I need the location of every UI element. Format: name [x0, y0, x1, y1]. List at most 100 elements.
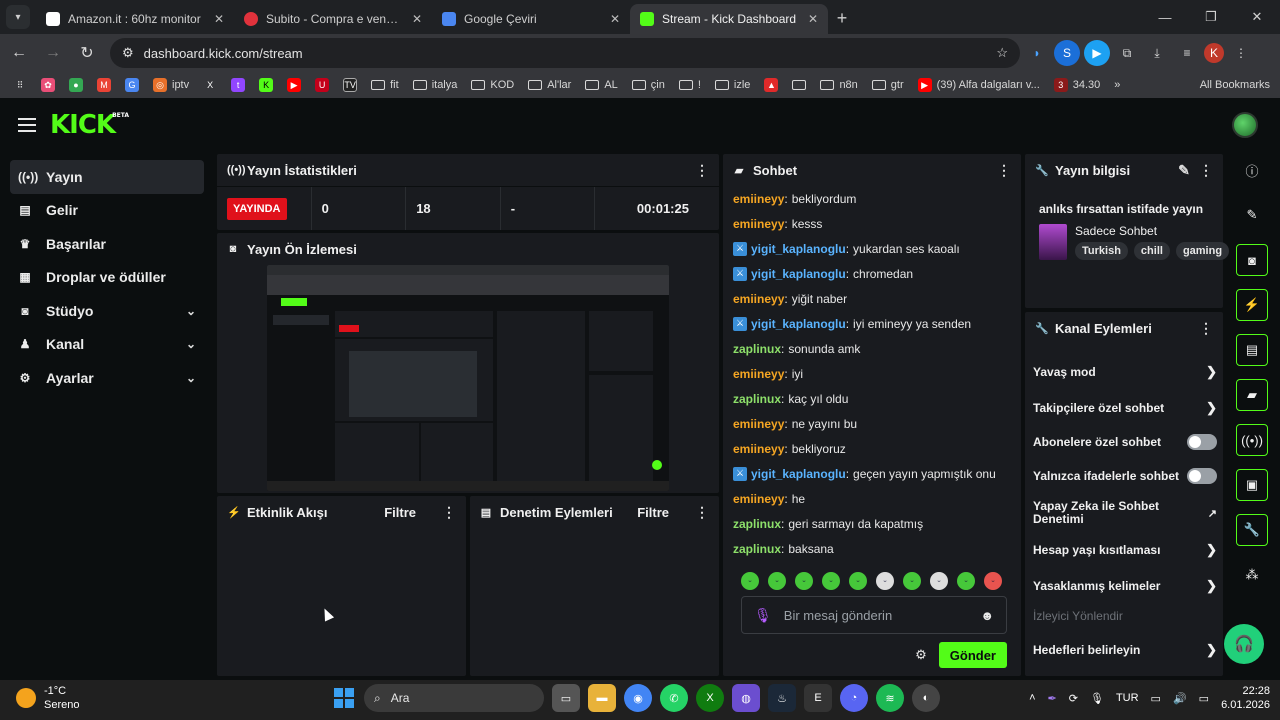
x-icon[interactable]: X [198, 74, 222, 96]
tab-subito[interactable]: Subito - Compra e vendi gratis ✕ [234, 4, 432, 34]
profile-avatar[interactable]: K [1204, 43, 1224, 63]
emote-icon[interactable]: ᵕ [741, 572, 759, 590]
bookmark-folder-cin[interactable]: çin [627, 74, 670, 96]
reload-button[interactable]: ↻ [72, 38, 102, 68]
tab-search-button[interactable]: ▾ [6, 5, 30, 29]
chat-username[interactable]: zaplinux [733, 517, 781, 531]
more-options-icon[interactable]: ⋮ [442, 504, 456, 521]
close-window-icon[interactable]: ✕ [1234, 0, 1280, 34]
bookmark-folder-gtr[interactable]: gtr [867, 74, 909, 96]
chat-username[interactable]: emiineyy [733, 442, 784, 456]
user-avatar[interactable] [1232, 112, 1258, 138]
url-text[interactable]: dashboard.kick.com/stream [144, 46, 987, 61]
bookmark-folder-italya[interactable]: italya [408, 74, 463, 96]
tab-kick-dashboard[interactable]: Stream - Kick Dashboard ✕ [630, 4, 828, 34]
chat-username[interactable]: yigit_kaplanoglu [751, 242, 846, 256]
taskbar-search[interactable]: ⌕ Ara [364, 684, 544, 712]
hamburger-menu-icon[interactable] [18, 118, 36, 132]
more-options-icon[interactable]: ⋮ [997, 162, 1011, 179]
minimize-icon[interactable]: — [1142, 0, 1188, 34]
action-account-age[interactable]: Hesap yaşı kısıtlaması ❯ [1033, 542, 1217, 558]
bookmark-star-icon[interactable]: ☆ [996, 45, 1008, 61]
extensions-puzzle-icon[interactable]: ⧉ [1114, 40, 1140, 66]
microphone-icon[interactable]: 🎙 [754, 607, 772, 624]
action-ai-moderation[interactable]: Yapay Zeka ile Sohbet Denetimi ↗ [1033, 500, 1217, 526]
translate-icon[interactable]: G [120, 74, 144, 96]
app-icon[interactable]: ◐ [912, 684, 940, 712]
kick-logo[interactable]: KICK BETA [50, 110, 129, 140]
chat-username[interactable]: yigit_kaplanoglu [751, 467, 846, 481]
action-followers-only[interactable]: Takipçilere özel sohbet ❯ [1033, 400, 1217, 416]
twitch-icon[interactable]: t [226, 74, 250, 96]
chat-settings-icon[interactable]: ⚙ [915, 647, 927, 663]
emote-icon[interactable]: ᵕ [768, 572, 786, 590]
bookmark-folder-izle[interactable]: izle [710, 74, 756, 96]
subscribers-only-toggle[interactable] [1187, 434, 1217, 450]
emoji-picker-icon[interactable]: ☻ [980, 608, 994, 623]
forward-button[interactable]: → [38, 38, 68, 68]
emote-icon[interactable]: ᵕ [849, 572, 867, 590]
sidebar-item-yayin[interactable]: ((•)) Yayın [10, 160, 204, 194]
maps-icon[interactable]: ● [64, 74, 88, 96]
filter-button[interactable]: Filtre [384, 505, 416, 520]
emotes-only-toggle[interactable] [1187, 468, 1217, 484]
more-options-icon[interactable]: ⋮ [1199, 320, 1213, 337]
chat-username[interactable]: emiineyy [733, 492, 784, 506]
sidebar-item-droplar[interactable]: ▦ Droplar ve ödüller [10, 261, 204, 295]
bookmark-folder-blank[interactable] [787, 74, 811, 96]
weather-widget[interactable]: -1°C Sereno [16, 684, 79, 712]
action-goals[interactable]: Hedefleri belirleyin ❯ [1033, 642, 1217, 658]
apps-grid-icon[interactable]: ⠿ [8, 74, 32, 96]
back-button[interactable]: ← [4, 38, 34, 68]
sidebar-item-ayarlar[interactable]: ⚙ Ayarlar ⌄ [10, 361, 204, 395]
more-options-icon[interactable]: ⋮ [695, 162, 709, 179]
media-icon[interactable]: ≡ [1174, 40, 1200, 66]
broadcast-icon[interactable]: ((•)) [1236, 424, 1268, 456]
all-bookmarks[interactable]: All Bookmarks [1194, 74, 1270, 96]
app-icon[interactable]: ◍ [732, 684, 760, 712]
support-headset-icon[interactable]: 🎧 [1224, 624, 1264, 664]
steam-icon[interactable]: ♨ [768, 684, 796, 712]
network-icon[interactable]: ▭ [1151, 692, 1161, 705]
xbox-icon[interactable]: X [696, 684, 724, 712]
language-indicator[interactable]: TUR [1116, 692, 1139, 704]
tab-close-icon[interactable]: ✕ [610, 12, 620, 26]
chat-username[interactable]: emiineyy [733, 217, 784, 231]
more-options-icon[interactable]: ⋮ [695, 504, 709, 521]
filter-button[interactable]: Filtre [637, 505, 669, 520]
action-slow-mode[interactable]: Yavaş mod ❯ [1033, 364, 1217, 380]
edit-pencil-icon[interactable]: ✎ [1177, 162, 1191, 179]
bookmark-folder-al[interactable]: AL [580, 74, 622, 96]
file-explorer-icon[interactable]: ▬ [588, 684, 616, 712]
edit-pencil-icon[interactable]: ✎ [1236, 199, 1268, 231]
emote-icon[interactable]: ᵕ [876, 572, 894, 590]
lightning-icon[interactable]: ⚡ [1236, 289, 1268, 321]
sidebar-item-gelir[interactable]: ▤ Gelir [10, 194, 204, 228]
kick-icon[interactable]: K [254, 74, 278, 96]
bookmark-3430[interactable]: 3 34.30 [1049, 74, 1106, 96]
emote-icon[interactable]: ᵕ [930, 572, 948, 590]
chat-username[interactable]: zaplinux [733, 542, 781, 556]
bookmark-icon-only[interactable]: ✿ [36, 74, 60, 96]
emote-icon[interactable]: ᵕ [822, 572, 840, 590]
action-banned-words[interactable]: Yasaklanmış kelimeler ❯ [1033, 578, 1217, 594]
chat-bubble-icon[interactable]: ▰ [1236, 379, 1268, 411]
spotify-icon[interactable]: ≋ [876, 684, 904, 712]
bookmark-folder-excl[interactable]: ! [674, 74, 706, 96]
bookmark-folder-allar[interactable]: Al'lar [523, 74, 576, 96]
sidebar-item-kanal[interactable]: ♟ Kanal ⌄ [10, 328, 204, 362]
bookmark-iptv[interactable]: ◎ iptv [148, 74, 194, 96]
bookmark-folder-kod[interactable]: KOD [466, 74, 519, 96]
extension-icon[interactable]: ▶ [1084, 40, 1110, 66]
discord-icon[interactable]: ◔ [840, 684, 868, 712]
chat-input[interactable]: 🎙 Bir mesaj gönderin ☻ [741, 596, 1007, 634]
battery-icon[interactable]: ▭ [1199, 692, 1209, 705]
document-icon[interactable]: ▤ [1236, 334, 1268, 366]
camera-icon[interactable]: ◙ [1236, 244, 1268, 276]
emote-icon[interactable]: ᵕ [957, 572, 975, 590]
chat-username[interactable]: emiineyy [733, 367, 784, 381]
tab-close-icon[interactable]: ✕ [412, 12, 422, 26]
emote-icon[interactable]: ᵕ [795, 572, 813, 590]
bookmarks-overflow-icon[interactable]: » [1109, 74, 1125, 96]
wrench-icon[interactable]: 🔧 [1236, 514, 1268, 546]
